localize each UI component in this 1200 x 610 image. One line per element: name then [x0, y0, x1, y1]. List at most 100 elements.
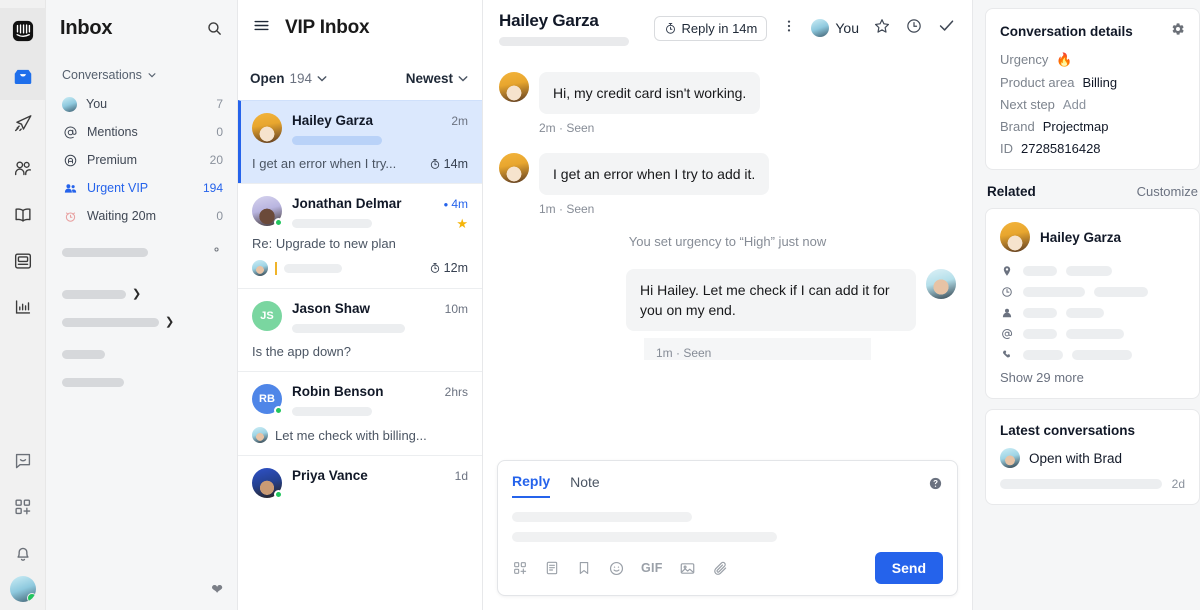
sidebar-placeholder-row[interactable]: ❯ — [60, 308, 223, 336]
status-filter-dropdown[interactable]: Open 194 — [250, 71, 327, 86]
message-meta: 1m · Seen — [539, 202, 595, 216]
rail-item-knowledge[interactable] — [0, 192, 46, 238]
sla-timer: 12m — [429, 261, 468, 275]
rail-item-apps[interactable] — [0, 484, 46, 530]
sidebar-placeholder-row[interactable] — [60, 340, 223, 368]
paper-plane-icon — [14, 115, 31, 132]
gif-icon[interactable]: GIF — [641, 561, 663, 575]
status-filter-count: 194 — [289, 70, 313, 86]
avatar — [811, 19, 830, 37]
conversation-time: 2hrs — [444, 385, 468, 399]
rail-item-outbound[interactable] — [0, 100, 46, 146]
image-icon[interactable] — [679, 560, 696, 577]
attribute-value: Add — [1062, 97, 1087, 112]
sla-value: 14m — [443, 156, 468, 171]
placeholder-bar — [62, 247, 148, 257]
avatar — [252, 196, 283, 227]
show-more-link[interactable]: Show 29 more — [1000, 370, 1185, 385]
check-icon[interactable] — [937, 16, 956, 40]
sidebar-placeholder-row[interactable]: ❯ — [60, 280, 223, 308]
attribute-row[interactable]: ID 27285816428 — [1000, 141, 1185, 156]
message-bubble: Hi, my credit card isn't working. — [539, 72, 761, 114]
rail-item-reports[interactable] — [0, 284, 46, 330]
reply-composer: Reply Note GIF Send — [497, 460, 958, 596]
emoji-icon[interactable] — [608, 560, 625, 577]
attribute-key: Product area — [1000, 75, 1075, 90]
attribute-placeholder-row — [1000, 328, 1185, 340]
attribute-row[interactable]: Brand Projectmap — [1000, 119, 1185, 134]
sort-dropdown[interactable]: Newest — [406, 71, 468, 86]
gear-icon[interactable] — [1171, 22, 1185, 41]
table-row[interactable]: JS Jason Shaw 10m Is the app down? — [238, 288, 482, 371]
clock-icon[interactable] — [905, 17, 923, 40]
sidebar-item-urgent-vip[interactable]: Urgent VIP 194 — [60, 174, 223, 202]
attachment-icon[interactable] — [712, 560, 729, 577]
avatar-initials: JS — [260, 310, 274, 322]
sidebar-item-you[interactable]: You 7 — [60, 90, 223, 118]
sidebar-item-mentions[interactable]: Mentions 0 — [60, 118, 223, 146]
conversations-group-toggle[interactable]: Conversations — [62, 68, 223, 82]
apps-plus-icon[interactable] — [512, 560, 528, 576]
placeholder-bar — [1066, 329, 1124, 339]
rail-item-inbox[interactable] — [0, 54, 46, 100]
conversations-group-label: Conversations — [62, 68, 142, 82]
online-indicator — [274, 490, 283, 499]
table-row[interactable]: Priya Vance 1d — [238, 455, 482, 510]
attribute-placeholder-row — [1000, 286, 1185, 298]
table-row[interactable]: Jonathan Delmar 4m ★ Re: Upgrade to new … — [238, 183, 482, 288]
sidebar-item-premium[interactable]: Premium 20 — [60, 146, 223, 174]
sidebar-placeholder-row[interactable] — [60, 368, 223, 396]
article-icon[interactable] — [544, 560, 560, 576]
rail-item-articles[interactable] — [0, 238, 46, 284]
message-bubble: Hi Hailey. Let me check if I can add it … — [626, 269, 916, 331]
alarm-clock-icon — [62, 208, 78, 224]
current-user-avatar[interactable] — [9, 576, 36, 602]
customize-link[interactable]: Customize — [1137, 184, 1198, 199]
card-title: Conversation details — [1000, 24, 1133, 39]
article-icon — [14, 253, 31, 269]
star-icon[interactable]: ★ — [443, 216, 468, 232]
app-nav-rail — [0, 0, 46, 610]
attribute-row[interactable]: Product area Billing — [1000, 75, 1185, 90]
sidebar-item-count: 20 — [209, 153, 223, 167]
person-icon — [1000, 307, 1014, 319]
rail-item-contacts[interactable] — [0, 146, 46, 192]
send-button[interactable]: Send — [874, 552, 943, 584]
heart-icon[interactable]: ❤ — [211, 581, 223, 598]
conversation-name: Robin Benson — [292, 384, 384, 399]
attribute-row[interactable]: Next step Add — [1000, 97, 1185, 112]
stopwatch-icon — [430, 158, 439, 169]
search-icon[interactable] — [206, 20, 223, 37]
tab-reply[interactable]: Reply — [512, 473, 551, 498]
rail-item-notifications[interactable] — [0, 530, 46, 576]
help-circle-icon[interactable] — [928, 476, 943, 496]
saved-reply-icon[interactable] — [576, 560, 592, 576]
intercom-logo-icon[interactable] — [0, 8, 46, 54]
placeholder-bar — [499, 36, 629, 46]
tab-note[interactable]: Note — [570, 474, 600, 497]
attribute-key: Brand — [1000, 119, 1035, 134]
attribute-row[interactable]: Urgency 🔥 — [1000, 52, 1185, 68]
placeholder-bar — [1094, 287, 1148, 297]
star-outline-icon[interactable] — [873, 17, 891, 40]
sidebar-placeholder-row[interactable] — [60, 238, 223, 266]
reply-input[interactable] — [512, 498, 943, 552]
avatar — [499, 72, 529, 102]
status-badge[interactable]: Reply in 14m — [653, 15, 768, 41]
table-row[interactable]: RB Robin Benson 2hrs Let me check with b… — [238, 371, 482, 455]
conversation-title: Hailey Garza — [499, 10, 599, 30]
assignee-selector[interactable]: You — [811, 19, 859, 37]
participant-avatar — [252, 427, 268, 443]
more-vertical-icon[interactable] — [781, 18, 797, 39]
list-item[interactable]: Open with Brad — [1000, 448, 1185, 468]
related-person[interactable]: Hailey Garza — [1000, 222, 1185, 252]
gear-icon[interactable] — [210, 243, 223, 261]
page-title: Inbox — [60, 16, 113, 39]
rail-item-messenger[interactable] — [0, 438, 46, 484]
table-row[interactable]: Hailey Garza 2m I get an error when I tr… — [238, 100, 482, 183]
hamburger-menu-icon[interactable] — [252, 16, 271, 40]
conversation-name: Jonathan Delmar — [292, 196, 402, 211]
card-title: Latest conversations — [1000, 423, 1136, 438]
chevron-right-icon: ❯ — [165, 315, 175, 328]
sidebar-item-waiting[interactable]: Waiting 20m 0 — [60, 202, 223, 230]
